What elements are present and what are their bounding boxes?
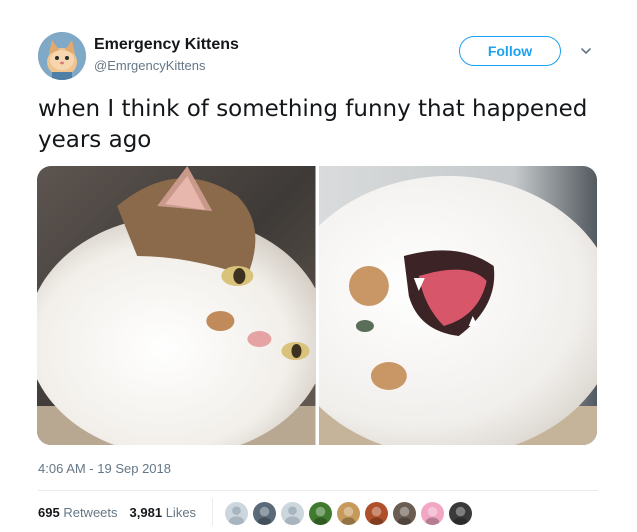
account-handle[interactable]: @EmrgencyKittens xyxy=(94,58,205,73)
cat-avatar-icon[interactable] xyxy=(336,501,361,526)
cat-yawning-photo[interactable] xyxy=(318,166,597,445)
stats-separator xyxy=(212,498,213,526)
tweet-text: when I think of something funny that hap… xyxy=(38,96,588,153)
food-avatar-icon[interactable] xyxy=(364,501,389,526)
default-avatar-icon[interactable] xyxy=(280,501,305,526)
chevron-down-icon[interactable] xyxy=(579,44,593,58)
cat-lying-eyes-half-open-photo[interactable] xyxy=(37,166,316,445)
retweets-count: 695 xyxy=(38,505,60,520)
tweet-header: Emergency Kittens @EmrgencyKittens Follo… xyxy=(38,30,608,82)
retweets-label: Retweets xyxy=(63,505,118,520)
dark-avatar-icon[interactable] xyxy=(448,501,473,526)
follow-button[interactable]: Follow xyxy=(459,36,561,66)
likes-label: Likes xyxy=(165,505,197,520)
likes-count: 3,981 xyxy=(129,505,163,520)
divider xyxy=(38,490,598,491)
tweet-stats: 695 Retweets 3,981 Likes xyxy=(38,505,196,520)
tweet-timestamp[interactable]: 4:06 AM - 19 Sep 2018 xyxy=(38,461,171,476)
likers-avatars xyxy=(224,501,473,526)
kitten-avatar-icon[interactable] xyxy=(38,32,86,80)
likes-stat[interactable]: 3,981 Likes xyxy=(130,505,197,520)
cartoon-avatar-icon[interactable] xyxy=(308,501,333,526)
photo-grid xyxy=(37,166,597,445)
retweets-stat[interactable]: 695 Retweets xyxy=(38,505,118,520)
account-name[interactable]: Emergency Kittens xyxy=(94,36,239,54)
pink-cat-avatar-icon[interactable] xyxy=(420,501,445,526)
person-avatar-icon[interactable] xyxy=(252,501,277,526)
figure-avatar-icon[interactable] xyxy=(392,501,417,526)
default-avatar-icon[interactable] xyxy=(224,501,249,526)
